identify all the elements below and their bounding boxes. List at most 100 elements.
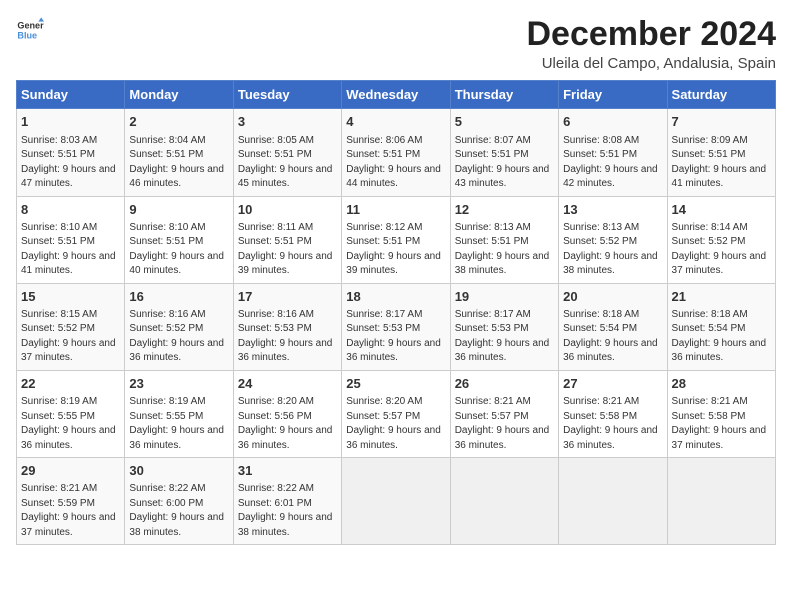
day-info: Sunrise: 8:21 AMSunset: 5:58 PMDaylight:… <box>672 395 771 453</box>
calendar-cell: 1 Sunrise: 8:03 AMSunset: 5:51 PMDaylight… <box>17 109 125 196</box>
calendar-cell: 31 Sunrise: 8:22 AMSunset: 6:01 PMDayligh… <box>233 458 341 545</box>
day-number: 10 <box>238 201 337 219</box>
day-info: Sunrise: 8:03 AMSunset: 5:51 PMDaylight:… <box>21 134 120 192</box>
day-number: 11 <box>346 201 445 219</box>
calendar-cell: 7Sunrise: 8:09 AMSunset: 5:51 PMDaylight… <box>667 109 775 196</box>
day-number: 7 <box>672 113 771 131</box>
day-number: 12 <box>455 201 554 219</box>
logo: General Blue <box>16 16 44 44</box>
day-info: Sunrise: 8:05 AMSunset: 5:51 PMDaylight:… <box>238 134 337 192</box>
day-info: Sunrise: 8:11 AMSunset: 5:51 PMDaylight:… <box>238 221 337 279</box>
column-header-sunday: Sunday <box>17 81 125 109</box>
day-number: 17 <box>238 288 337 306</box>
calendar-cell <box>342 458 450 545</box>
calendar-cell: 10 Sunrise: 8:11 AMSunset: 5:51 PMDayligh… <box>233 196 341 283</box>
day-number: 21 <box>672 288 771 306</box>
calendar-cell: 2 Sunrise: 8:04 AMSunset: 5:51 PMDaylight… <box>125 109 233 196</box>
day-number: 8 <box>21 201 120 219</box>
day-info: Sunrise: 8:18 AMSunset: 5:54 PMDaylight:… <box>672 308 771 366</box>
day-info: Sunrise: 8:10 AMSunset: 5:51 PMDaylight:… <box>21 221 120 279</box>
day-info: Sunrise: 8:17 AMSunset: 5:53 PMDaylight:… <box>346 308 445 366</box>
day-number: 1 <box>21 113 120 131</box>
day-info: Sunrise: 8:22 AMSunset: 6:01 PMDaylight:… <box>238 482 337 540</box>
calendar-cell: 5Sunrise: 8:07 AMSunset: 5:51 PMDaylight… <box>450 109 558 196</box>
day-number: 9 <box>129 201 228 219</box>
calendar-cell: 9 Sunrise: 8:10 AMSunset: 5:51 PMDaylight… <box>125 196 233 283</box>
day-number: 5 <box>455 113 554 131</box>
day-info: Sunrise: 8:14 AMSunset: 5:52 PMDaylight:… <box>672 221 771 279</box>
day-info: Sunrise: 8:22 AMSunset: 6:00 PMDaylight:… <box>129 482 228 540</box>
day-info: Sunrise: 8:08 AMSunset: 5:51 PMDaylight:… <box>563 134 662 192</box>
day-info: Sunrise: 8:16 AMSunset: 5:52 PMDaylight:… <box>129 308 228 366</box>
day-info: Sunrise: 8:21 AMSunset: 5:59 PMDaylight:… <box>21 482 120 540</box>
calendar-cell <box>667 458 775 545</box>
logo-icon: General Blue <box>16 16 44 44</box>
calendar-cell: 17 Sunrise: 8:16 AMSunset: 5:53 PMDayligh… <box>233 283 341 370</box>
day-info: Sunrise: 8:19 AMSunset: 5:55 PMDaylight:… <box>129 395 228 453</box>
column-header-tuesday: Tuesday <box>233 81 341 109</box>
calendar-cell: 13 Sunrise: 8:13 AMSunset: 5:52 PMDayligh… <box>559 196 667 283</box>
svg-text:General: General <box>17 21 44 31</box>
column-header-wednesday: Wednesday <box>342 81 450 109</box>
column-header-monday: Monday <box>125 81 233 109</box>
calendar-cell: 3 Sunrise: 8:05 AMSunset: 5:51 PMDaylight… <box>233 109 341 196</box>
location-subtitle: Uleila del Campo, Andalusia, Spain <box>526 55 776 72</box>
day-number: 22 <box>21 375 120 393</box>
day-info: Sunrise: 8:13 AMSunset: 5:52 PMDaylight:… <box>563 221 662 279</box>
column-header-saturday: Saturday <box>667 81 775 109</box>
day-info: Sunrise: 8:04 AMSunset: 5:51 PMDaylight:… <box>129 134 228 192</box>
day-number: 28 <box>672 375 771 393</box>
calendar-cell: 8 Sunrise: 8:10 AMSunset: 5:51 PMDaylight… <box>17 196 125 283</box>
day-info: Sunrise: 8:12 AMSunset: 5:51 PMDaylight:… <box>346 221 445 279</box>
calendar-week-row: 22 Sunrise: 8:19 AMSunset: 5:55 PMDayligh… <box>17 370 776 457</box>
day-number: 19 <box>455 288 554 306</box>
day-info: Sunrise: 8:10 AMSunset: 5:51 PMDaylight:… <box>129 221 228 279</box>
day-number: 18 <box>346 288 445 306</box>
calendar-table: SundayMondayTuesdayWednesdayThursdayFrid… <box>16 80 776 545</box>
day-number: 20 <box>563 288 662 306</box>
calendar-week-row: 1 Sunrise: 8:03 AMSunset: 5:51 PMDaylight… <box>17 109 776 196</box>
calendar-cell: 21 Sunrise: 8:18 AMSunset: 5:54 PMDayligh… <box>667 283 775 370</box>
day-info: Sunrise: 8:18 AMSunset: 5:54 PMDaylight:… <box>563 308 662 366</box>
calendar-cell: 6 Sunrise: 8:08 AMSunset: 5:51 PMDaylight… <box>559 109 667 196</box>
day-number: 23 <box>129 375 228 393</box>
calendar-cell: 16 Sunrise: 8:16 AMSunset: 5:52 PMDayligh… <box>125 283 233 370</box>
day-info: Sunrise: 8:21 AMSunset: 5:57 PMDaylight:… <box>455 395 554 453</box>
calendar-cell: 11 Sunrise: 8:12 AMSunset: 5:51 PMDayligh… <box>342 196 450 283</box>
day-number: 31 <box>238 462 337 480</box>
day-number: 16 <box>129 288 228 306</box>
day-info: Sunrise: 8:13 AMSunset: 5:51 PMDaylight:… <box>455 221 554 279</box>
day-number: 13 <box>563 201 662 219</box>
calendar-cell: 19 Sunrise: 8:17 AMSunset: 5:53 PMDayligh… <box>450 283 558 370</box>
day-number: 6 <box>563 113 662 131</box>
calendar-week-row: 15Sunrise: 8:15 AMSunset: 5:52 PMDayligh… <box>17 283 776 370</box>
day-number: 30 <box>129 462 228 480</box>
column-header-thursday: Thursday <box>450 81 558 109</box>
day-number: 27 <box>563 375 662 393</box>
calendar-week-row: 8 Sunrise: 8:10 AMSunset: 5:51 PMDaylight… <box>17 196 776 283</box>
day-info: Sunrise: 8:17 AMSunset: 5:53 PMDaylight:… <box>455 308 554 366</box>
calendar-cell <box>450 458 558 545</box>
calendar-cell: 20 Sunrise: 8:18 AMSunset: 5:54 PMDayligh… <box>559 283 667 370</box>
calendar-cell: 30 Sunrise: 8:22 AMSunset: 6:00 PMDayligh… <box>125 458 233 545</box>
day-info: Sunrise: 8:19 AMSunset: 5:55 PMDaylight:… <box>21 395 120 453</box>
calendar-cell: 25Sunrise: 8:20 AMSunset: 5:57 PMDayligh… <box>342 370 450 457</box>
day-number: 3 <box>238 113 337 131</box>
day-number: 26 <box>455 375 554 393</box>
column-header-friday: Friday <box>559 81 667 109</box>
day-info: Sunrise: 8:16 AMSunset: 5:53 PMDaylight:… <box>238 308 337 366</box>
day-number: 4 <box>346 113 445 131</box>
calendar-cell: 27 Sunrise: 8:21 AMSunset: 5:58 PMDayligh… <box>559 370 667 457</box>
day-number: 2 <box>129 113 228 131</box>
day-number: 14 <box>672 201 771 219</box>
calendar-cell: 12 Sunrise: 8:13 AMSunset: 5:51 PMDayligh… <box>450 196 558 283</box>
day-number: 24 <box>238 375 337 393</box>
month-title: December 2024 <box>526 16 776 53</box>
calendar-cell: 29Sunrise: 8:21 AMSunset: 5:59 PMDayligh… <box>17 458 125 545</box>
svg-text:Blue: Blue <box>17 30 37 40</box>
calendar-cell: 4Sunrise: 8:06 AMSunset: 5:51 PMDaylight… <box>342 109 450 196</box>
day-info: Sunrise: 8:21 AMSunset: 5:58 PMDaylight:… <box>563 395 662 453</box>
calendar-cell: 22 Sunrise: 8:19 AMSunset: 5:55 PMDayligh… <box>17 370 125 457</box>
day-number: 25 <box>346 375 445 393</box>
calendar-cell: 18 Sunrise: 8:17 AMSunset: 5:53 PMDayligh… <box>342 283 450 370</box>
